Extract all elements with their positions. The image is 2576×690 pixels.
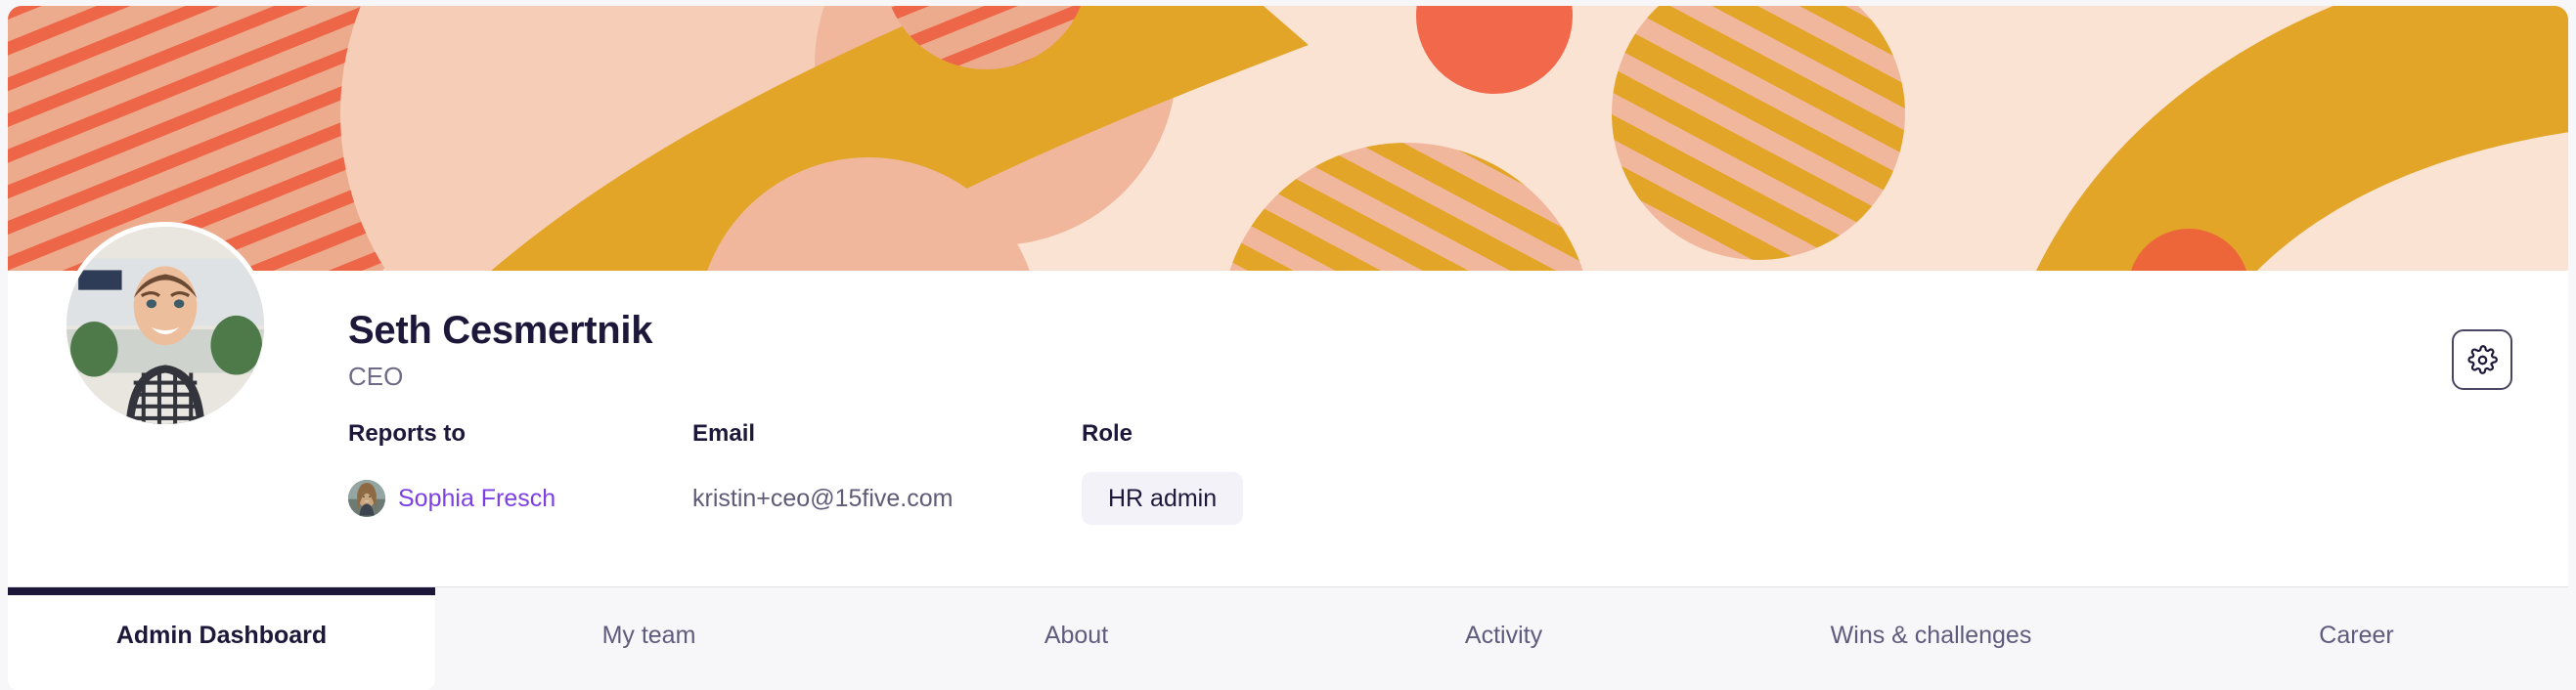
status-badge: HR admin <box>1082 472 1244 525</box>
identity-block: Seth Cesmertnik CEO <box>348 308 652 396</box>
profile-fields: Reports to Sophia Fresch Email kristin+c… <box>348 419 1375 525</box>
gear-icon <box>2466 344 2498 374</box>
banner-artwork <box>8 6 2568 271</box>
field-value: Sophia Fresch <box>348 472 692 525</box>
tab-label: Career <box>2319 622 2394 649</box>
profile-info: Seth Cesmertnik CEO Reports to Sophia Fr… <box>8 222 2568 586</box>
tab-label: Admin Dashboard <box>115 622 328 649</box>
field-label: Reports to <box>348 420 466 447</box>
tab-label: About <box>1044 622 1109 649</box>
profile-card: Seth Cesmertnik CEO Reports to Sophia Fr… <box>8 6 2568 586</box>
settings-button[interactable] <box>2452 329 2512 390</box>
tab-admin-dashboard[interactable]: Admin Dashboard <box>8 587 435 690</box>
profile-banner <box>8 6 2568 271</box>
tab-about[interactable]: About <box>863 587 1290 690</box>
profile-page: Seth Cesmertnik CEO Reports to Sophia Fr… <box>0 0 2576 690</box>
tab-activity[interactable]: Activity <box>1290 587 1717 690</box>
field-value: HR admin <box>1082 472 1375 525</box>
field-label: Email <box>692 420 756 447</box>
tab-my-team[interactable]: My team <box>435 587 863 690</box>
tab-wins-and-challenges[interactable]: Wins & challenges <box>1717 587 2145 690</box>
reports-to-link[interactable]: Sophia Fresch <box>398 485 555 513</box>
field-reports-to: Reports to Sophia Fresch <box>348 419 692 525</box>
field-role: Role HR admin <box>1082 419 1375 525</box>
user-photo-avatar-icon <box>67 227 264 424</box>
avatar <box>62 222 269 429</box>
page-title: Seth Cesmertnik <box>348 309 653 352</box>
tab-label: My team <box>601 622 696 649</box>
tab-career[interactable]: Career <box>2145 587 2568 690</box>
tab-label: Activity <box>1464 622 1543 649</box>
field-label: Role <box>1082 420 1133 447</box>
manager-photo-avatar-icon <box>348 480 385 517</box>
job-title: CEO <box>348 362 404 391</box>
field-email: Email kristin+ceo@15five.com <box>692 419 1082 525</box>
profile-tabs: Admin Dashboard My team About Activity W… <box>8 586 2568 690</box>
tab-label: Wins & challenges <box>1830 622 2032 649</box>
field-value: kristin+ceo@15five.com <box>692 472 1082 525</box>
email-value: kristin+ceo@15five.com <box>692 484 954 512</box>
